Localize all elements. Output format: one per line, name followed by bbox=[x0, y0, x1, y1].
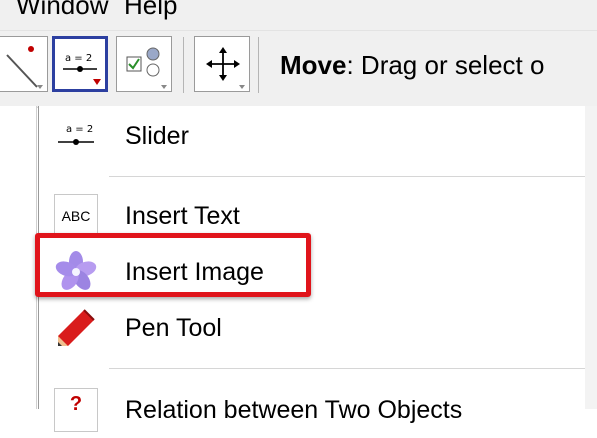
menu-item-label: Insert Text bbox=[125, 202, 240, 230]
slider-tool-button[interactable]: a = 2 bbox=[52, 36, 108, 92]
slider-icon-text: a = 2 bbox=[66, 124, 93, 135]
menu-item-label: Relation between Two Objects bbox=[125, 396, 463, 424]
pen-icon bbox=[54, 306, 98, 350]
menu-bar: Window Help bbox=[0, 0, 597, 30]
slider-icon: a = 2 bbox=[54, 114, 98, 158]
move-icon bbox=[206, 47, 245, 89]
line-tool-button[interactable] bbox=[0, 36, 48, 92]
menu-item-relation[interactable]: ? Relation between Two Objects bbox=[39, 382, 585, 438]
tool-description-name: Move bbox=[280, 50, 347, 80]
toolbar-separator bbox=[258, 37, 259, 93]
tool-description: Move: Drag or select o bbox=[280, 50, 544, 81]
checkbox-tool-button[interactable] bbox=[116, 36, 172, 92]
right-panel-edge bbox=[584, 106, 597, 409]
menu-help[interactable]: Help bbox=[124, 0, 177, 20]
menu-item-pen-tool[interactable]: Pen Tool bbox=[39, 300, 585, 356]
menu-item-label: Slider bbox=[125, 122, 189, 150]
graphics-view[interactable] bbox=[0, 106, 37, 409]
highlight-box bbox=[35, 233, 311, 297]
menu-divider bbox=[109, 176, 585, 177]
menu-item-slider[interactable]: a = 2 Slider bbox=[39, 108, 585, 164]
slider-tool-icon: a = 2 bbox=[63, 53, 101, 85]
tool-description-text: : Drag or select o bbox=[346, 50, 545, 80]
slider-tool-icon-text: a = 2 bbox=[65, 53, 92, 64]
relation-icon: ? bbox=[54, 388, 98, 432]
menu-item-label: Pen Tool bbox=[125, 314, 222, 342]
toolbar-separator bbox=[183, 37, 184, 93]
text-icon: ABC bbox=[54, 194, 98, 238]
menu-window[interactable]: Window bbox=[16, 0, 108, 20]
line-tool-icon bbox=[6, 46, 43, 89]
checkbox-tool-icon bbox=[126, 47, 167, 89]
toolbar: a = 2 Move: Drag or select o bbox=[0, 30, 597, 108]
menu-divider bbox=[109, 368, 585, 369]
move-tool-button[interactable] bbox=[194, 36, 250, 92]
